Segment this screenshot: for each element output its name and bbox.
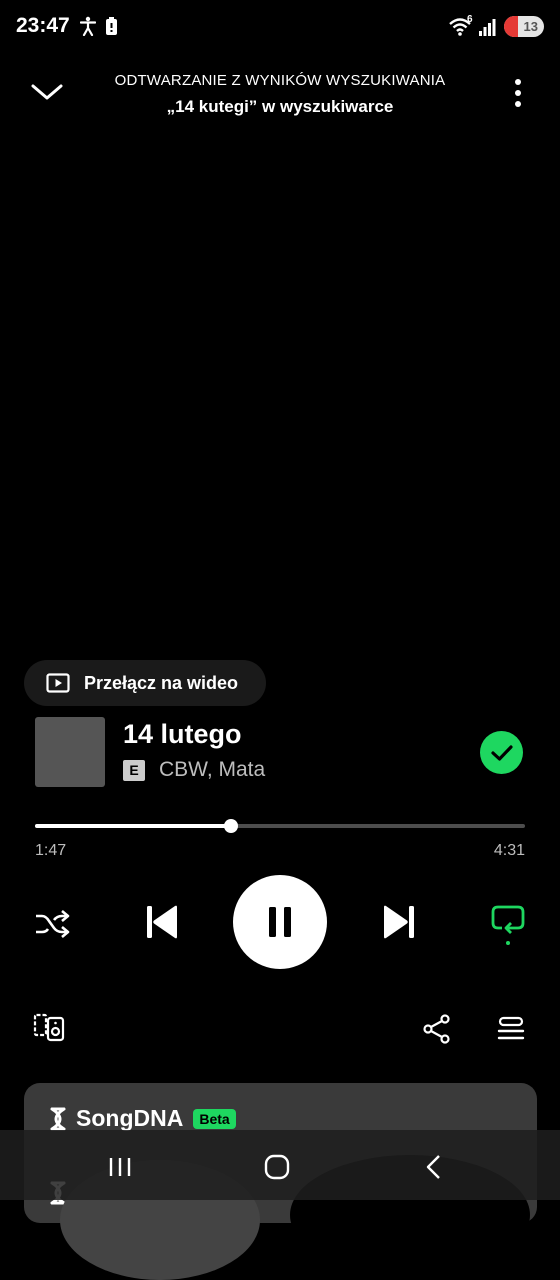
skip-previous-icon <box>147 905 177 939</box>
skip-next-icon <box>384 905 414 939</box>
battery-saver-icon <box>106 17 117 35</box>
battery-level: 13 <box>523 19 538 34</box>
accessibility-icon <box>80 16 96 36</box>
collapse-chevron-down-icon[interactable] <box>30 82 64 102</box>
next-button[interactable] <box>379 900 419 944</box>
progress-bar[interactable] <box>35 819 525 833</box>
back-icon[interactable] <box>424 1154 442 1180</box>
progress-handle[interactable] <box>224 819 238 833</box>
status-bar: 23:47 6 13 <box>0 0 560 54</box>
signal-icon <box>479 19 496 36</box>
beta-badge: Beta <box>193 1108 236 1129</box>
playing-context-source[interactable]: „14 kutegi” w wyszukiwarce <box>80 97 480 117</box>
progress-fill <box>35 824 231 828</box>
more-options-icon[interactable] <box>514 78 522 108</box>
total-time: 4:31 <box>493 842 525 859</box>
battery-low-marker <box>504 16 518 37</box>
songdna-logo-icon <box>50 1107 66 1130</box>
share-icon[interactable] <box>423 1014 451 1044</box>
connect-device-icon[interactable] <box>33 1012 65 1042</box>
previous-button[interactable] <box>142 900 182 944</box>
liked-button[interactable] <box>480 731 523 774</box>
elapsed-time: 1:47 <box>35 842 67 859</box>
explicit-badge: E <box>123 760 145 781</box>
battery-indicator: 13 <box>504 16 544 37</box>
playing-context-label: ODTWARZANIE Z WYNIKÓW WYSZUKIWANIA <box>114 72 446 89</box>
songdna-title: SongDNA <box>76 1105 184 1131</box>
songdna-header: SongDNA Beta <box>46 1105 236 1132</box>
repeat-button[interactable] <box>486 900 530 950</box>
status-time: 23:47 <box>16 14 70 37</box>
track-artists[interactable]: CBW, Mata <box>159 758 265 782</box>
recent-apps-icon[interactable] <box>108 1156 132 1178</box>
checkmark-icon <box>490 744 513 761</box>
player-header: ODTWARZANIE Z WYNIKÓW WYSZUKIWANIA „14 k… <box>0 64 560 124</box>
switch-to-video-label: Przełącz na wideo <box>84 672 239 693</box>
home-icon[interactable] <box>264 1154 290 1180</box>
track-title[interactable]: 14 lutego <box>123 719 242 750</box>
play-pause-button[interactable] <box>233 875 327 969</box>
system-navigation-bar <box>0 1130 560 1200</box>
video-play-icon <box>46 673 70 693</box>
queue-icon[interactable] <box>497 1016 525 1042</box>
album-cover[interactable] <box>35 717 105 787</box>
shuffle-button[interactable] <box>32 904 72 944</box>
shuffle-icon <box>36 910 70 938</box>
switch-to-video-button[interactable]: Przełącz na wideo <box>24 660 266 706</box>
repeat-icon <box>491 905 525 945</box>
wifi-badge: 6 <box>467 14 473 25</box>
pause-icon <box>269 907 291 937</box>
